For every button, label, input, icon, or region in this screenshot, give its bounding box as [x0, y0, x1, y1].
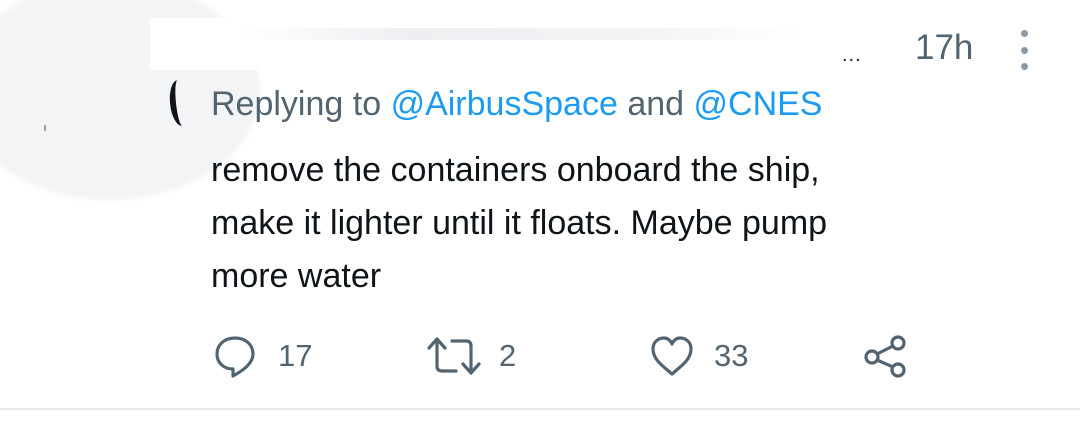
tweet-actions: 17 2 33	[0, 332, 1080, 382]
tweet-card[interactable]: ... 17h Replying to @AirbusSpace and @CN…	[0, 0, 1080, 430]
tweet-text-line: more water	[211, 257, 382, 295]
redacted-header-area	[150, 18, 870, 70]
retweet-icon	[427, 337, 481, 375]
mention-link-cnes[interactable]: @CNES	[694, 85, 823, 123]
like-count: 33	[714, 338, 749, 373]
replying-connector: and	[627, 85, 685, 123]
retweet-count: 2	[499, 338, 517, 373]
tweet-text: remove the containers onboard the ship, …	[211, 144, 1011, 303]
share-button[interactable]	[860, 332, 910, 380]
tweet-text-line: make it lighter until it floats. Maybe p…	[211, 204, 828, 242]
tweet-timestamp[interactable]: 17h	[915, 28, 973, 68]
reply-button[interactable]: 17	[212, 332, 312, 380]
mention-link-airbusspace[interactable]: @AirbusSpace	[391, 85, 618, 123]
heart-icon	[651, 336, 693, 376]
reply-icon	[215, 336, 255, 378]
bottom-divider	[0, 408, 1080, 410]
replying-to-line: Replying to @AirbusSpace and @CNES	[211, 85, 822, 124]
tweet-text-line: remove the containers onboard the ship,	[211, 151, 820, 189]
retweet-button[interactable]: 2	[425, 332, 516, 380]
like-button[interactable]: 33	[648, 332, 748, 380]
reply-count: 17	[278, 338, 313, 373]
replying-prefix: Replying to	[211, 85, 382, 123]
redacted-username	[240, 28, 800, 40]
share-icon	[864, 335, 906, 378]
truncated-handle: ...	[842, 44, 862, 66]
more-options-icon[interactable]	[1014, 30, 1034, 70]
redaction-artifact	[44, 125, 46, 131]
